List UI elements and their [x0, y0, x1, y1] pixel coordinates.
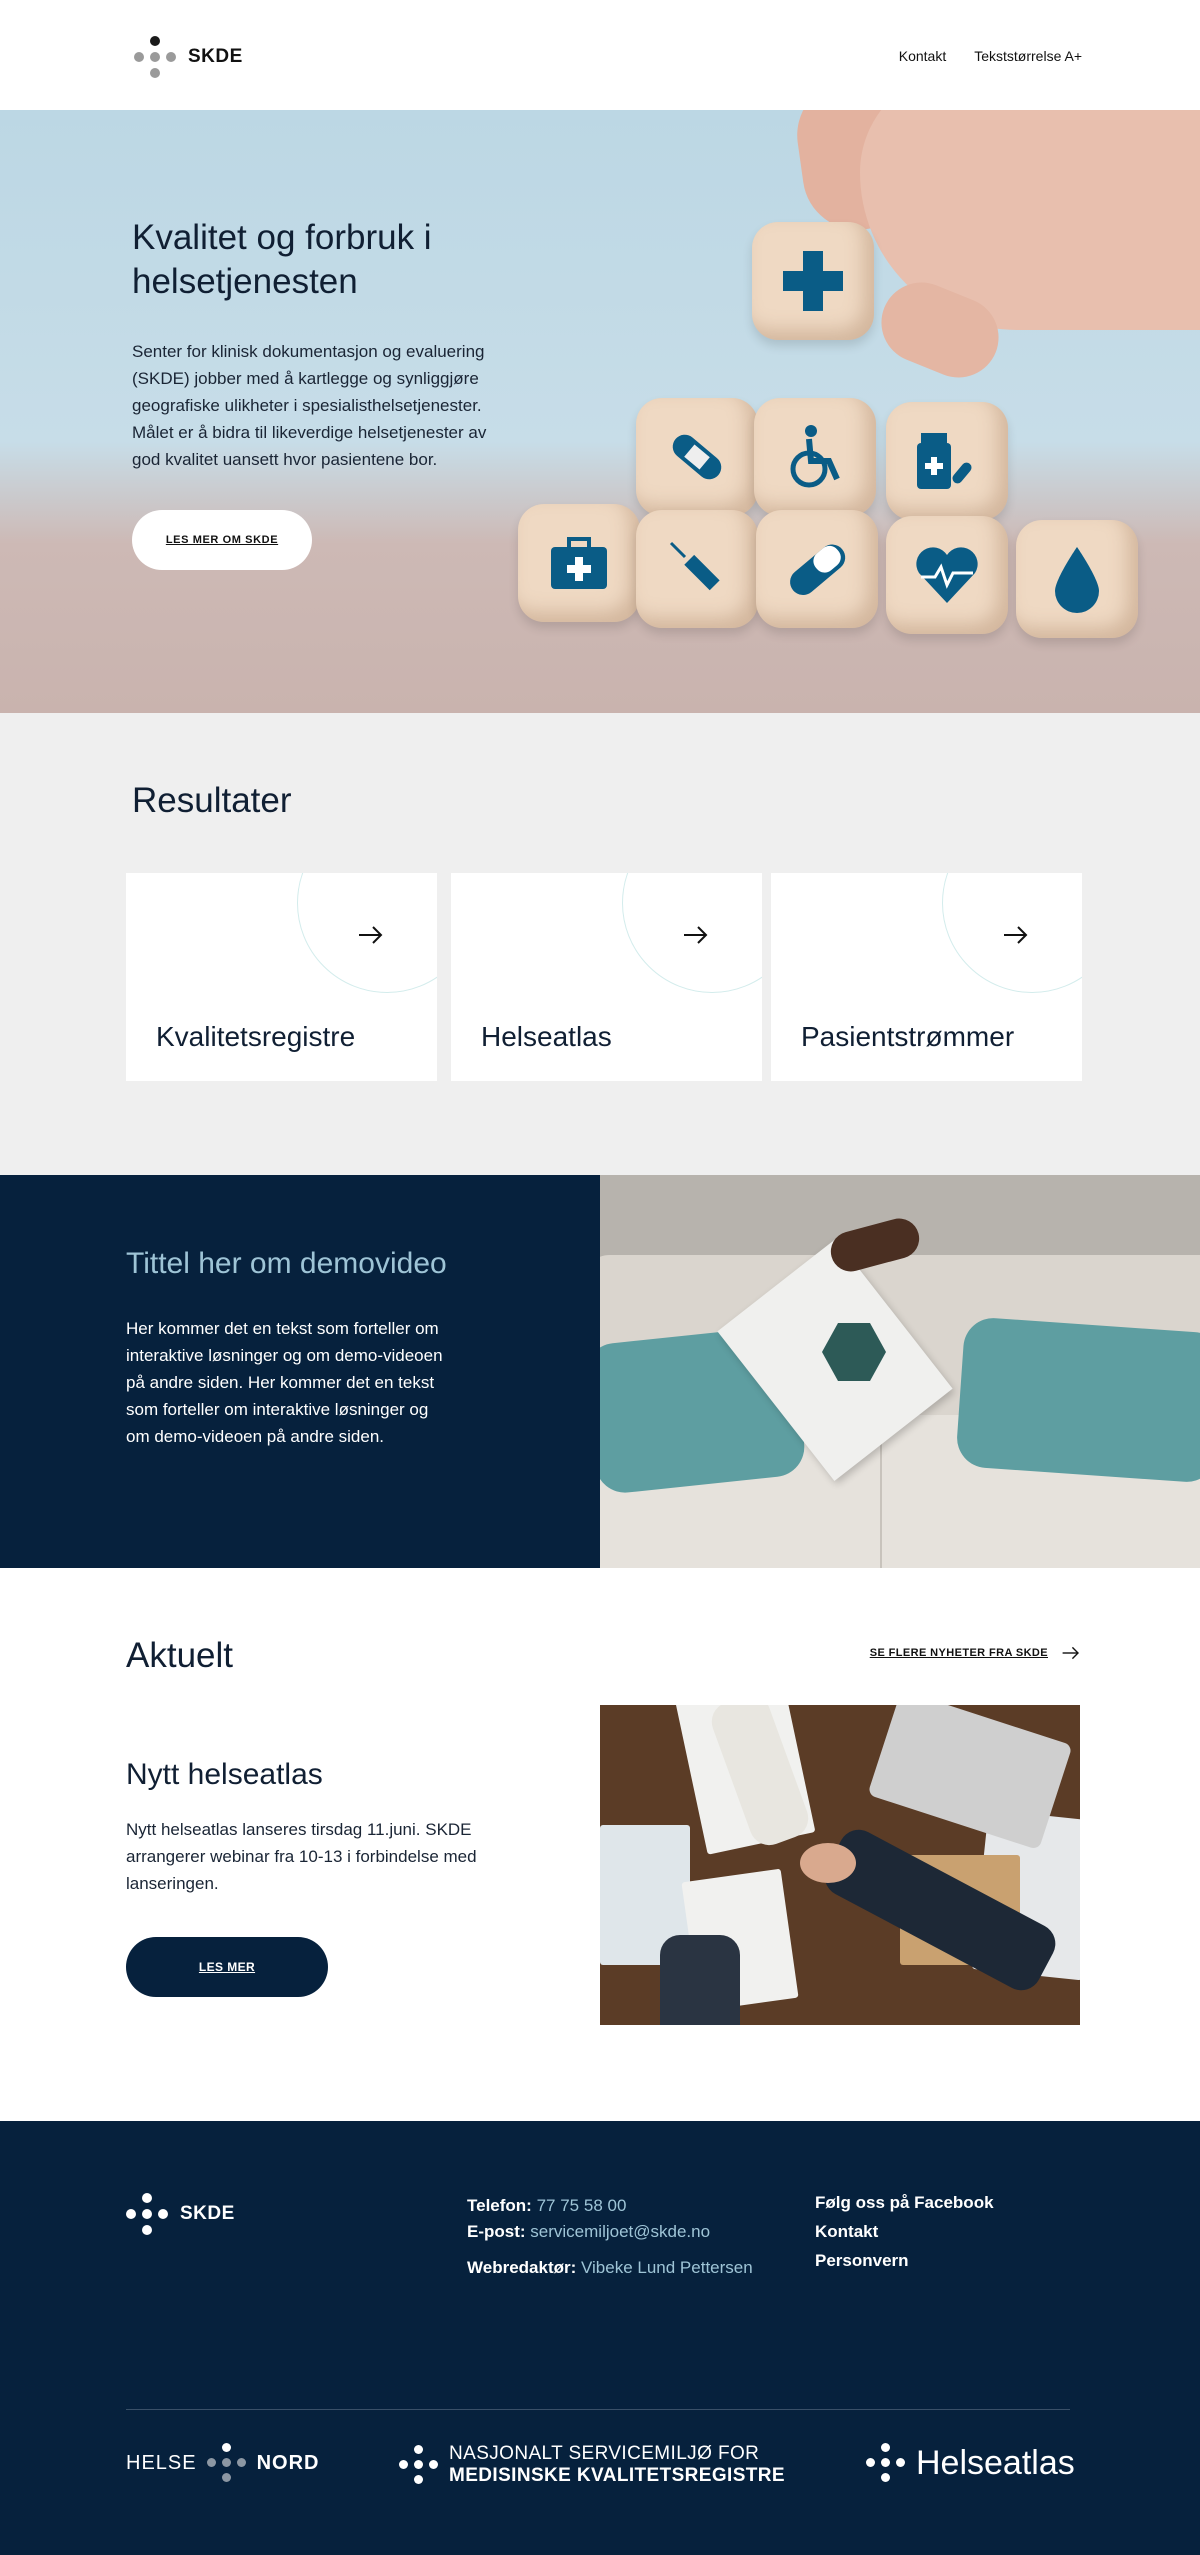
demo-text-panel: Tittel her om demovideo Her kommer det e…: [0, 1175, 600, 1568]
servicemiljo-text: NASJONALT SERVICEMILJØ FOR MEDISINSKE KV…: [449, 2443, 785, 2487]
editor-label: Webredaktør:: [467, 2258, 577, 2277]
skde-logo-icon: [126, 2193, 168, 2235]
bandage-icon: [672, 434, 722, 480]
arrow-right-icon: [684, 926, 708, 944]
email-value[interactable]: servicemiljoet@skde.no: [530, 2222, 710, 2241]
read-more-button[interactable]: LES MER: [126, 1937, 328, 1997]
article-image: [600, 1705, 1080, 2025]
email-row: E-post: servicemiljoet@skde.no: [467, 2219, 753, 2245]
nasjonalt-servicemiljo-logo[interactable]: NASJONALT SERVICEMILJØ FOR MEDISINSKE KV…: [399, 2443, 785, 2487]
card-label: Pasientstrømmer: [801, 1021, 1015, 1052]
helseatlas-text: Helseatlas: [916, 2443, 1075, 2482]
first-aid-kit-icon: [551, 537, 607, 589]
demo-title: Tittel her om demovideo: [126, 1247, 447, 1280]
results-section: Resultater Kvalitetsregistre Helseatlas …: [0, 713, 1200, 1175]
cube-medicine: [886, 402, 1008, 520]
editor-row: Webredaktør: Vibeke Lund Pettersen: [467, 2255, 753, 2281]
hero-title: Kvalitet og forbruk i helsetjenesten: [132, 218, 432, 301]
medicine-icon: [917, 433, 972, 489]
skde-logo-icon: [134, 36, 176, 78]
arrow-right-icon: [1062, 1646, 1079, 1660]
helse-nord-logo[interactable]: HELSE NORD: [126, 2443, 319, 2483]
skde-logo[interactable]: SKDE: [134, 36, 243, 78]
results-title: Resultater: [132, 781, 292, 820]
site-footer: SKDE Telefon: 77 75 58 00 E-post: servic…: [0, 2121, 1200, 2555]
plus-icon: [783, 251, 843, 311]
demo-section: Tittel her om demovideo Her kommer det e…: [0, 1175, 1200, 1568]
cube-drop: [1016, 520, 1138, 638]
phone-value[interactable]: 77 75 58 00: [537, 2196, 627, 2215]
servicemiljo-dots-icon: [399, 2445, 439, 2485]
demo-video-image[interactable]: [600, 1175, 1200, 1568]
wheelchair-icon: [790, 425, 840, 488]
arrow-right-icon: [1004, 926, 1028, 944]
sleeve: [660, 1935, 740, 2025]
hero-content: Kvalitet og forbruk i helsetjenesten Sen…: [132, 216, 512, 473]
phone-row: Telefon: 77 75 58 00: [467, 2193, 753, 2219]
news-section: Aktuelt SE FLERE NYHETER FRA SKDE Nytt h…: [0, 1568, 1200, 2121]
facebook-link[interactable]: Følg oss på Facebook: [815, 2193, 994, 2213]
more-news-label: SE FLERE NYHETER FRA SKDE: [869, 1647, 1048, 1659]
card-helseatlas[interactable]: Helseatlas: [451, 873, 762, 1081]
servicemiljo-line2: MEDISINSKE KVALITETSREGISTRE: [449, 2465, 785, 2486]
card-label: Kvalitetsregistre: [156, 1021, 356, 1052]
cube-first-aid: [518, 504, 640, 622]
read-more-about-skde-button[interactable]: LES MER OM SKDE: [132, 510, 312, 570]
site-header: SKDE Kontakt Tekststørrelse A+: [0, 0, 1200, 110]
cube-syringe: [636, 510, 758, 628]
cube-plus: [752, 222, 874, 340]
nav-contact-link[interactable]: Kontakt: [899, 48, 946, 64]
footer-contact-link[interactable]: Kontakt: [815, 2222, 994, 2242]
card-kvalitetsregistre[interactable]: Kvalitetsregistre: [126, 873, 437, 1081]
sofa-seat-line: [880, 1425, 882, 1568]
nord-text: NORD: [256, 2451, 320, 2474]
text-size-toggle[interactable]: Tekststørrelse A+: [974, 48, 1082, 64]
arrow-right-icon: [359, 926, 383, 944]
pill-icon: [790, 544, 846, 595]
news-title: Aktuelt: [126, 1636, 233, 1675]
editor-value: Vibeke Lund Pettersen: [581, 2258, 753, 2277]
card-label: Helseatlas: [481, 1021, 612, 1052]
footer-divider: [126, 2409, 1070, 2410]
cube-heart: [886, 516, 1008, 634]
cube-wheelchair: [754, 398, 876, 516]
privacy-link[interactable]: Personvern: [815, 2251, 994, 2271]
helseatlas-dots-icon: [866, 2443, 906, 2483]
heart-pulse-icon: [916, 547, 978, 603]
article-text: Nytt helseatlas lanseres tirsdag 11.juni…: [126, 1820, 477, 1893]
card-pasientstrommer[interactable]: Pasientstrømmer: [771, 873, 1082, 1081]
cube-bandage: [636, 398, 758, 516]
more-news-link[interactable]: SE FLERE NYHETER FRA SKDE: [870, 1646, 1080, 1660]
footer-links: Følg oss på Facebook Kontakt Personvern: [815, 2193, 994, 2271]
syringe-icon: [669, 541, 720, 591]
helseatlas-logo[interactable]: Helseatlas: [866, 2443, 1075, 2483]
helse-nord-dots-icon: [206, 2443, 247, 2483]
logo-text: SKDE: [188, 46, 243, 67]
demo-text: Her kommer det en tekst som forteller om…: [126, 1319, 443, 1446]
hero-text: Senter for klinisk dokumentasjon og eval…: [132, 342, 487, 469]
servicemiljo-line1: NASJONALT SERVICEMILJØ FOR: [449, 2443, 760, 2464]
article-title: Nytt helseatlas: [126, 1758, 323, 1791]
footer-contact: Telefon: 77 75 58 00 E-post: servicemilj…: [467, 2193, 753, 2281]
footer-logo-text: SKDE: [180, 2203, 235, 2224]
handshake: [800, 1843, 856, 1883]
cube-pill: [756, 510, 878, 628]
hero-section: Kvalitet og forbruk i helsetjenesten Sen…: [0, 110, 1200, 713]
laptop: [867, 1705, 1073, 1851]
footer-skde-logo[interactable]: SKDE: [126, 2193, 235, 2235]
drop-icon: [1055, 547, 1099, 613]
helse-text: HELSE: [126, 2451, 197, 2474]
email-label: E-post:: [467, 2222, 526, 2241]
pillow-right: [955, 1316, 1200, 1484]
top-nav: Kontakt Tekststørrelse A+: [899, 48, 1082, 64]
phone-label: Telefon:: [467, 2196, 532, 2215]
